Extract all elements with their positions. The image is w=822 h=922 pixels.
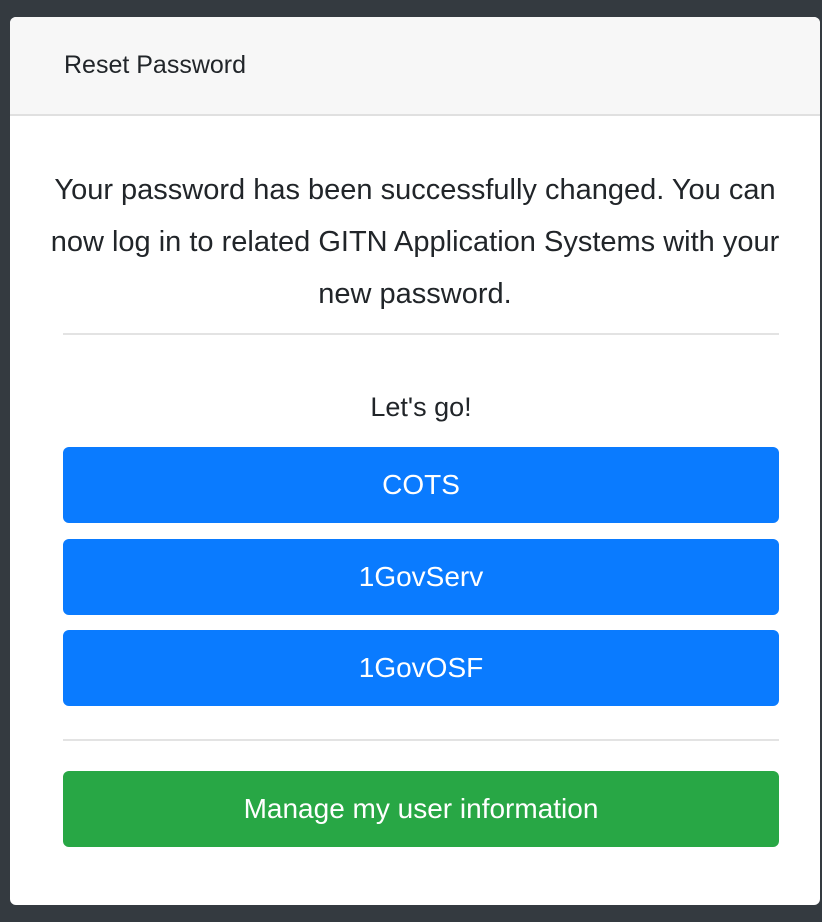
1govserv-button[interactable]: 1GovServ [63, 539, 779, 615]
reset-password-card: Reset Password Your password has been su… [10, 17, 820, 905]
divider-top [63, 333, 779, 335]
1govosf-button[interactable]: 1GovOSF [63, 630, 779, 706]
cots-button[interactable]: COTS [63, 447, 779, 523]
divider-bottom [63, 739, 779, 741]
lets-go-label: Let's go! [370, 392, 472, 422]
card-header: Reset Password [10, 17, 820, 116]
card-title: Reset Password [64, 51, 247, 79]
manage-user-info-button[interactable]: Manage my user information [63, 771, 779, 847]
success-message: Your password has been successfully chan… [50, 174, 780, 310]
